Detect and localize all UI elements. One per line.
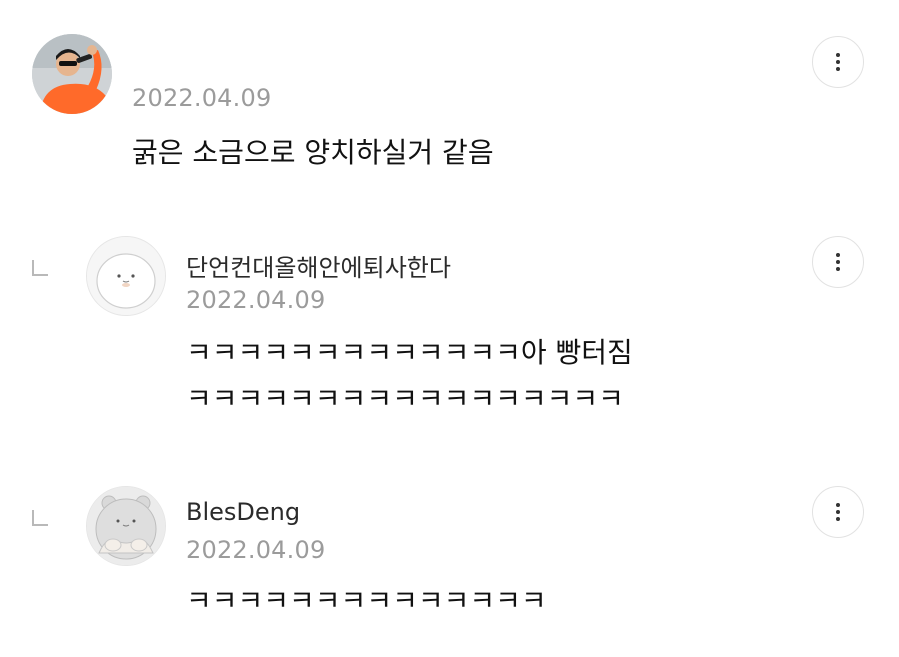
reply-line: ㅋㅋㅋㅋㅋㅋㅋㅋㅋㅋㅋㅋㅋㅋㅋㅋㅋ [186,382,624,415]
avatar-photo-icon [32,34,112,114]
comment-date: 2022.04.09 [132,84,272,112]
hamster-profile-icon [87,487,165,565]
reply-date: 2022.04.09 [186,286,326,314]
reply-text: ㅋㅋㅋㅋㅋㅋㅋㅋㅋㅋㅋㅋㅋㅋ [186,580,547,622]
reply-indicator-icon [32,260,48,276]
reply-text: ㅋㅋㅋㅋㅋㅋㅋㅋㅋㅋㅋㅋㅋ아 빵터짐 ㅋㅋㅋㅋㅋㅋㅋㅋㅋㅋㅋㅋㅋㅋㅋㅋㅋ [186,332,633,420]
reply-indicator-icon [32,510,48,526]
reply-line: ㅋㅋㅋㅋㅋㅋㅋㅋㅋㅋㅋㅋㅋ아 빵터짐 [186,336,633,369]
reply-item: 단언컨대올해안에퇴사한다 2022.04.09 ㅋㅋㅋㅋㅋㅋㅋㅋㅋㅋㅋㅋㅋ아 빵… [0,200,899,440]
more-options-button[interactable] [812,486,864,538]
reply-item: BlesDeng 2022.04.09 ㅋㅋㅋㅋㅋㅋㅋㅋㅋㅋㅋㅋㅋㅋ [0,450,899,657]
avatar[interactable] [86,486,166,566]
more-options-button[interactable] [812,236,864,288]
comment-line: 굵은 소금으로 양치하실거 같음 [132,136,494,169]
more-vertical-icon [836,503,840,521]
reply-line: ㅋㅋㅋㅋㅋㅋㅋㅋㅋㅋㅋㅋㅋㅋ [186,584,547,617]
more-options-button[interactable] [812,36,864,88]
reply-author[interactable]: BlesDeng [186,498,300,526]
more-vertical-icon [836,253,840,271]
more-vertical-icon [836,53,840,71]
avatar[interactable] [86,236,166,316]
reply-date: 2022.04.09 [186,536,326,564]
comment-text: 굵은 소금으로 양치하실거 같음 [132,132,494,174]
default-profile-icon [87,237,165,315]
avatar[interactable] [32,34,112,114]
comment-item: 2022.04.09 굵은 소금으로 양치하실거 같음 [0,0,899,200]
reply-author[interactable]: 단언컨대올해안에퇴사한다 [186,248,451,283]
